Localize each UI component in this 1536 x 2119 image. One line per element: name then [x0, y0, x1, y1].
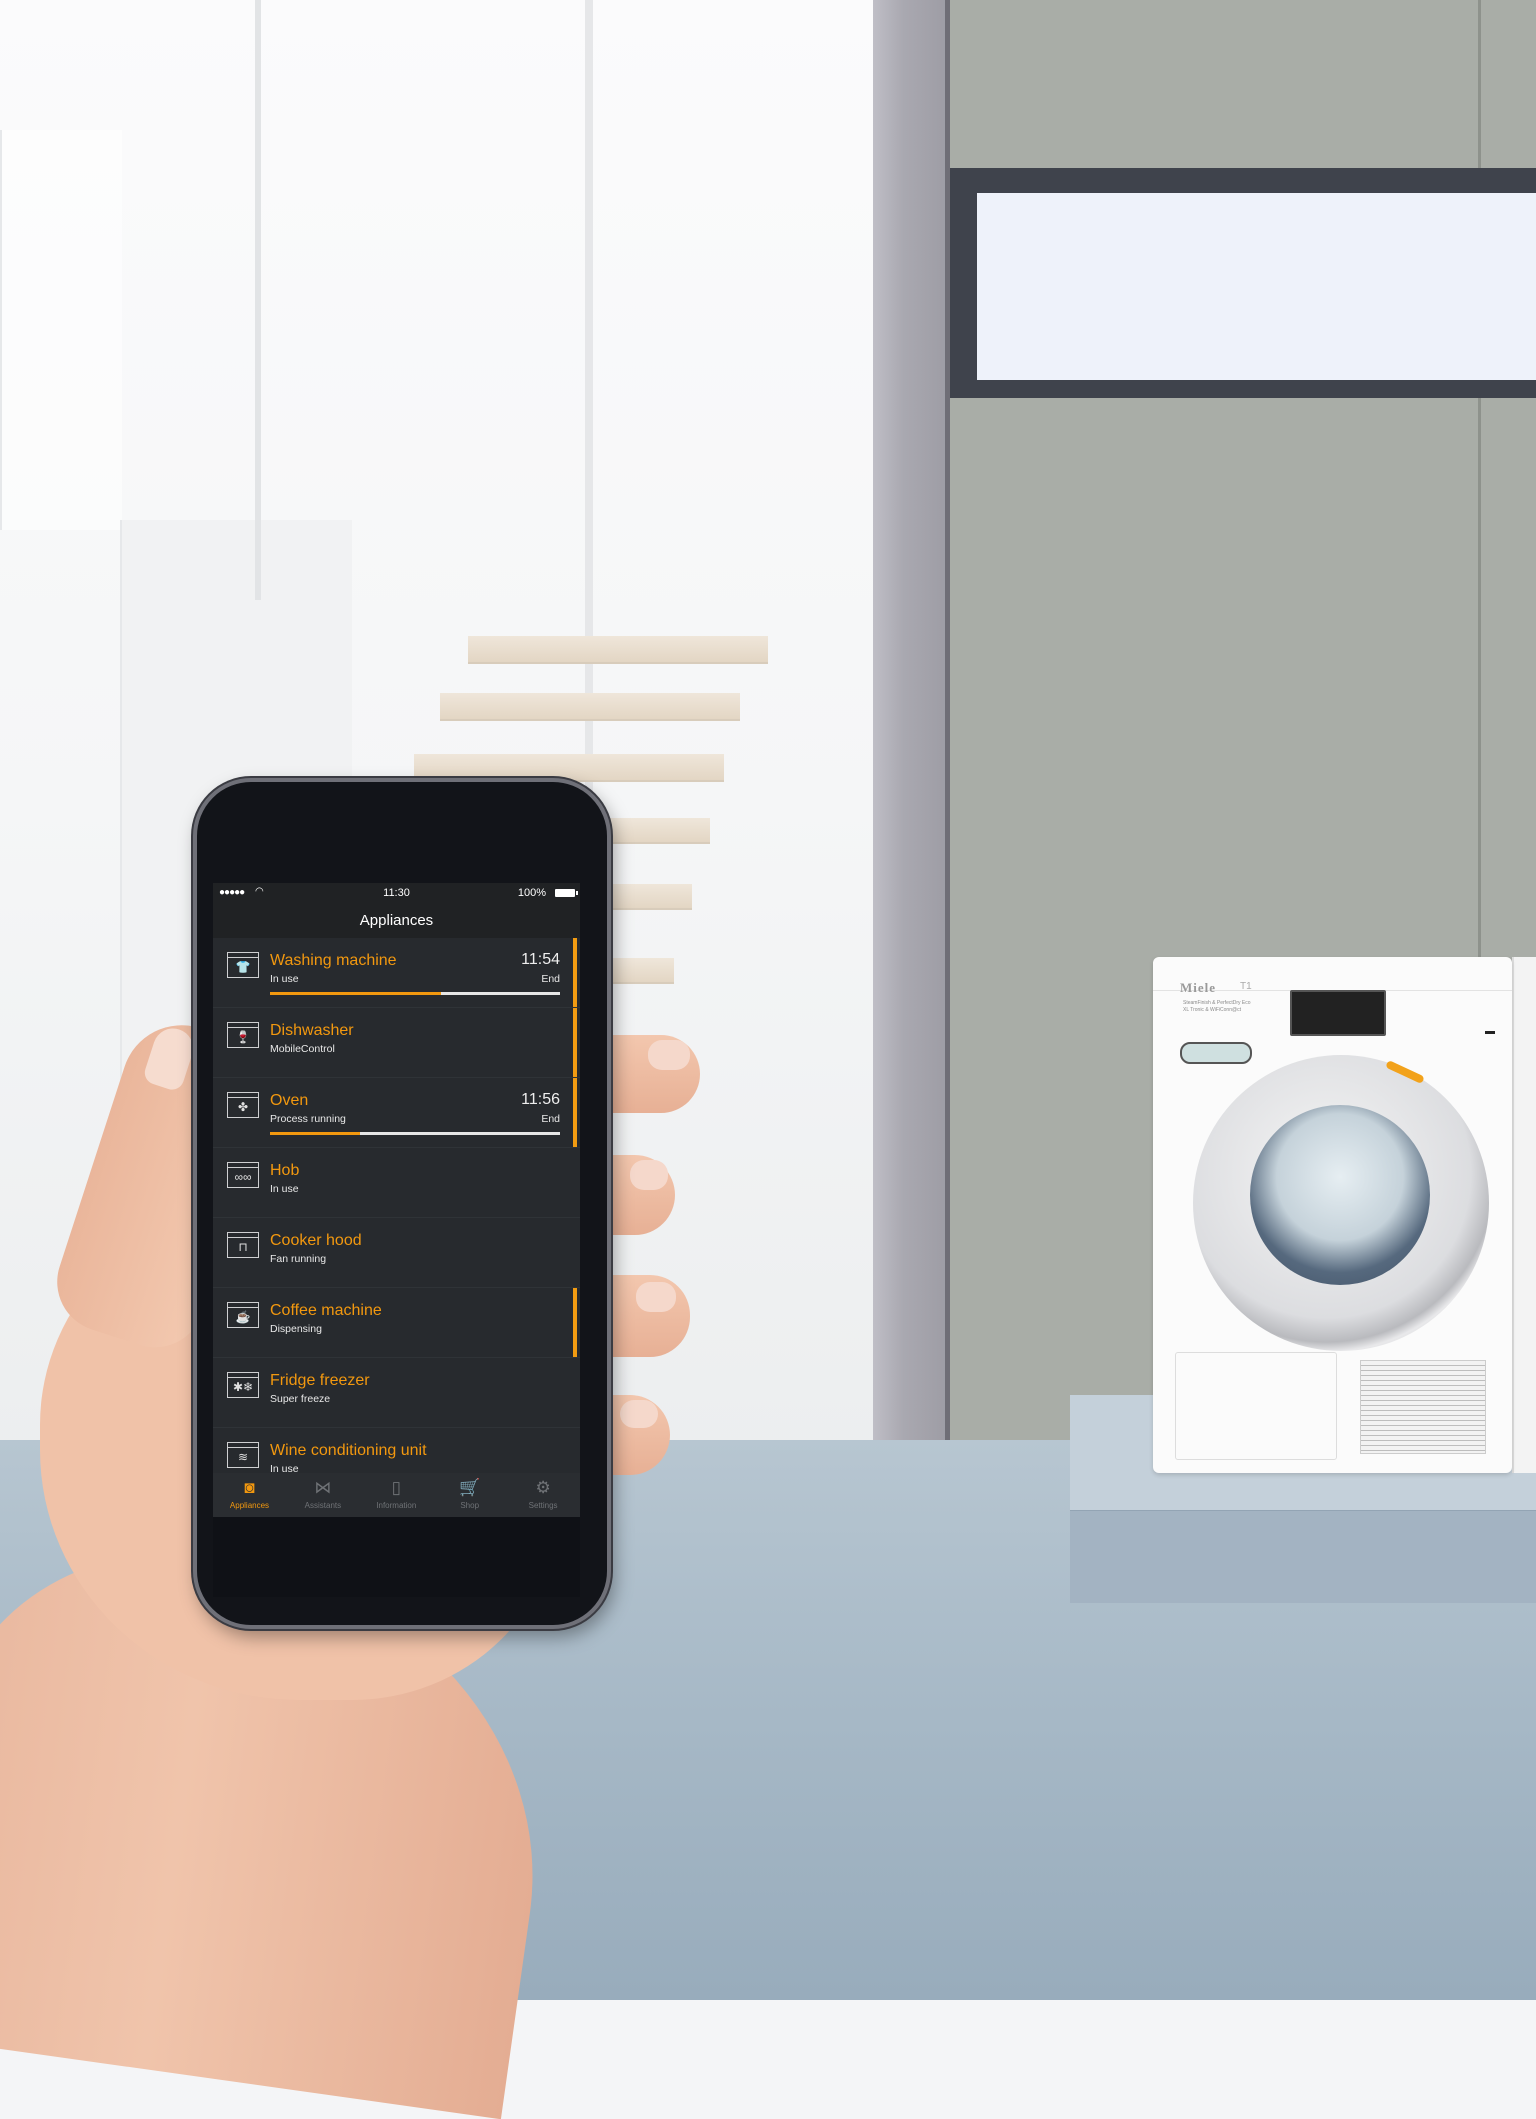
tab-label: Assistants: [304, 1501, 342, 1510]
tab-shop[interactable]: 🛒 Shop: [433, 1473, 506, 1517]
washing-machine-icon: 👕: [227, 952, 259, 978]
stair-step: [600, 818, 710, 844]
appliance-progress-bar: [270, 992, 560, 995]
appliance-name: Washing machine: [270, 952, 397, 969]
appliance-row-cooker-hood[interactable]: ⊓ Cooker hood Fan running: [213, 1218, 580, 1288]
hob-icon: ∞∞: [227, 1162, 259, 1188]
battery-icon: [555, 889, 578, 897]
appliance-row-oven[interactable]: ✤ Oven Process running 11:56 End: [213, 1078, 580, 1148]
tab-label: Shop: [460, 1501, 480, 1510]
tab-settings[interactable]: ⚙ Settings: [507, 1473, 580, 1517]
appliance-end-label: End: [541, 1113, 560, 1125]
dryer-power-button: [1485, 1031, 1495, 1034]
oven-fan-icon: ✤: [227, 1092, 259, 1118]
active-indicator: [573, 1008, 577, 1077]
appliance-row-dishwasher[interactable]: 🍷 Dishwasher MobileControl: [213, 1008, 580, 1078]
active-indicator: [573, 1078, 577, 1147]
appliance-status: Fan running: [270, 1253, 327, 1265]
page-title: Appliances: [213, 905, 580, 938]
progress-fill: [270, 1132, 360, 1135]
appliance-name: Dishwasher: [270, 1022, 354, 1039]
tab-bar: ◙ Appliances ⋈ Assistants ▯ Information 🛒 Shop ⚙…: [213, 1473, 580, 1517]
appliance-row-coffee-machine[interactable]: ☕ Coffee machine Dispensing: [213, 1288, 580, 1358]
dryer-display: [1290, 990, 1386, 1036]
tab-information[interactable]: ▯ Information: [360, 1473, 433, 1517]
appliance-status: MobileControl: [270, 1043, 335, 1055]
tab-label: Appliances: [229, 1501, 270, 1510]
appliance-row-hob[interactable]: ∞∞ Hob In use: [213, 1148, 580, 1218]
appliance-icon: ◙: [244, 1478, 255, 1497]
tab-assistants[interactable]: ⋈ Assistants: [286, 1473, 359, 1517]
appliance-row-washing-machine[interactable]: 👕 Washing machine In use 11:54 End: [213, 938, 580, 1008]
appliance-status: Process running: [270, 1113, 346, 1125]
appliance-end-label: End: [541, 973, 560, 985]
tuxedo-icon: ⋈: [314, 1478, 332, 1497]
stair-step: [440, 693, 740, 721]
appliance-status: Super freeze: [270, 1393, 331, 1405]
cart-icon: 🛒: [459, 1478, 481, 1497]
cooker-hood-icon: ⊓: [227, 1232, 259, 1258]
appliance-name: Cooker hood: [270, 1232, 362, 1249]
app-screen: ●●●●● ◠ 11:30 100% Appliances 👕 Washing …: [213, 883, 580, 1517]
dryer-model: T1: [1240, 981, 1252, 992]
tab-label: Settings: [528, 1501, 558, 1510]
appliance-status: In use: [270, 973, 299, 985]
active-indicator: [573, 1288, 577, 1357]
dryer-features-1: SteamFinish & PerfectDry Eco: [1183, 1000, 1251, 1006]
stair-step: [600, 884, 692, 910]
dishwasher-icon: 🍷: [227, 1022, 259, 1048]
window-glass: [977, 193, 1536, 380]
window-mullion: [255, 0, 261, 600]
dryer-door-glass: [1250, 1105, 1430, 1285]
book-icon: ▯: [391, 1478, 401, 1497]
appliance-end-time: 11:54: [521, 951, 560, 968]
glass-railing: [0, 130, 122, 530]
appliance-status: Dispensing: [270, 1323, 322, 1335]
gray-column: [873, 0, 950, 1460]
appliance-end-time: 11:56: [521, 1091, 560, 1108]
plinth-front: [1070, 1510, 1536, 1603]
battery-percent: 100%: [517, 887, 546, 899]
appliance-name: Coffee machine: [270, 1302, 382, 1319]
appliance-list[interactable]: 👕 Washing machine In use 11:54 End 🍷 Dis…: [213, 938, 580, 1498]
fingernail: [636, 1282, 676, 1312]
fingernail: [630, 1160, 668, 1190]
progress-fill: [270, 992, 442, 995]
appliance-name: Hob: [270, 1162, 300, 1179]
second-appliance: [1512, 957, 1536, 1473]
dryer-features-2: XL Tronic & WiFiConn@ct: [1183, 1007, 1241, 1013]
stair-step: [600, 958, 674, 984]
gear-icon: ⚙: [535, 1478, 551, 1497]
snowflake-icon: ✱❄: [227, 1372, 259, 1398]
status-bar: ●●●●● ◠ 11:30 100%: [213, 883, 580, 905]
coffee-cup-icon: ☕: [227, 1302, 259, 1328]
tab-label: Information: [376, 1501, 417, 1510]
tab-appliances[interactable]: ◙ Appliances: [213, 1473, 286, 1517]
appliance-name: Wine conditioning unit: [270, 1442, 427, 1459]
appliance-name: Oven: [270, 1092, 309, 1109]
dryer-plinth-panel: [1175, 1352, 1337, 1460]
phone-bezel-bottom: [213, 1517, 580, 1597]
appliance-status: In use: [270, 1183, 299, 1195]
active-indicator: [573, 938, 577, 1007]
dryer-drawer-handle: [1180, 1042, 1252, 1064]
appliance-name: Fridge freezer: [270, 1372, 370, 1389]
stair-step: [468, 636, 768, 664]
fingernail: [648, 1040, 690, 1070]
appliance-progress-bar: [270, 1132, 560, 1135]
dryer-vent-grille: [1360, 1360, 1486, 1454]
fingernail: [620, 1400, 658, 1428]
appliance-row-fridge-freezer[interactable]: ✱❄ Fridge freezer Super freeze: [213, 1358, 580, 1428]
wine-bottles-icon: ≋: [227, 1442, 259, 1468]
dryer-brand: Miele: [1180, 980, 1217, 995]
